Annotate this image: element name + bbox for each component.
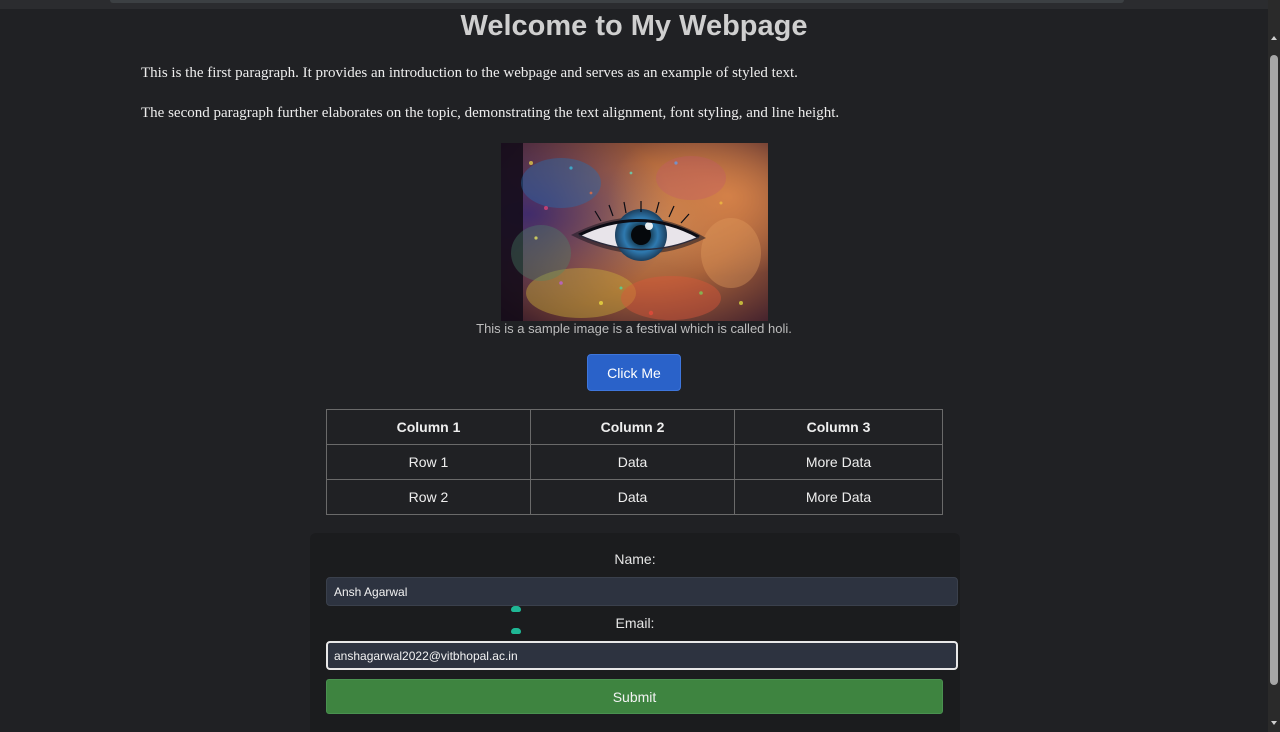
click-me-button[interactable]: Click Me [587,354,681,391]
table-cell: Data [530,479,735,515]
scroll-down-arrow-icon[interactable] [1271,721,1277,725]
table-cell: More Data [734,444,943,480]
email-label: Email: [615,615,655,631]
table-cell: Row 2 [326,479,531,515]
scrollbar-thumb[interactable] [1270,55,1278,685]
password-manager-icon[interactable] [511,606,521,612]
page-content: Welcome to My Webpage This is the first … [0,0,1268,732]
image-caption: This is a sample image is a festival whi… [476,321,792,336]
page-title: Welcome to My Webpage [460,10,808,42]
submit-button[interactable]: Submit [326,679,943,714]
table-cell: Row 1 [326,444,531,480]
intro-paragraph: This is the first paragraph. It provides… [141,65,798,81]
table-cell: More Data [734,479,943,515]
page-scrollbar[interactable] [1268,0,1280,732]
email-input[interactable] [326,641,958,670]
table-row: Row 1 Data More Data [326,444,943,480]
scroll-up-arrow-icon[interactable] [1271,36,1277,40]
table-row: Row 2 Data More Data [326,479,943,515]
column-header: Column 1 [326,409,531,445]
column-header: Column 2 [530,409,735,445]
holi-eye-image [501,143,768,321]
second-paragraph: The second paragraph further elaborates … [141,105,840,121]
table-cell: Data [530,444,735,480]
column-header: Column 3 [734,409,943,445]
name-label: Name: [614,551,656,567]
table-header-row: Column 1 Column 2 Column 3 [326,409,943,445]
data-table: Column 1 Column 2 Column 3 Row 1 Data Mo… [326,409,943,515]
name-input[interactable] [326,577,958,606]
